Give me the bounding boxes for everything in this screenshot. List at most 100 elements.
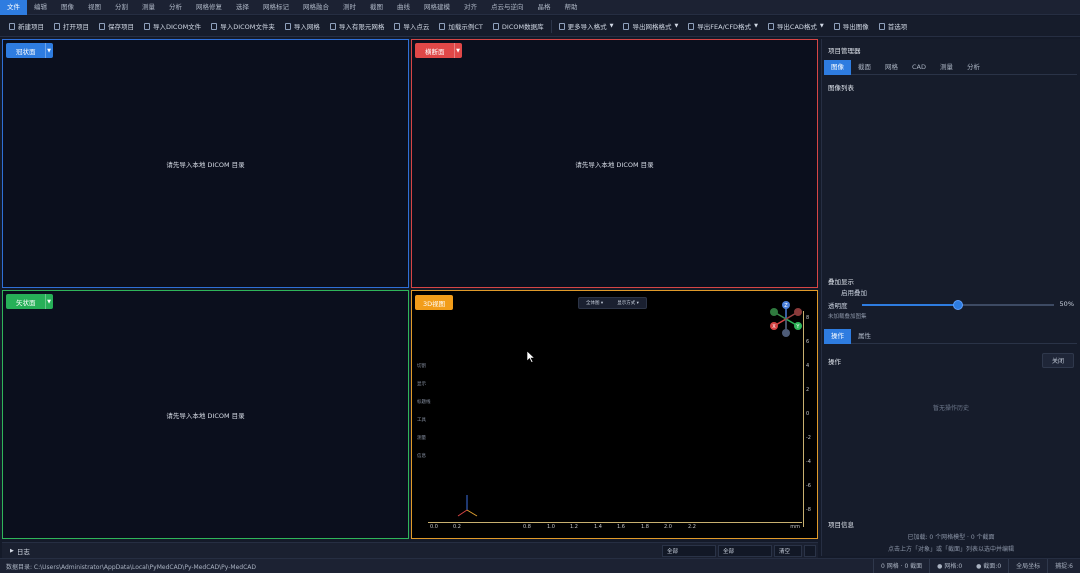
import-point-cloud-button[interactable]: 导入点云 [389, 18, 434, 35]
open-project-button[interactable]: 打开项目 [49, 18, 94, 35]
sample-ct-icon [439, 22, 446, 30]
menu-segment[interactable]: 分割 [108, 0, 135, 15]
v-ruler-tick: -2 [806, 435, 811, 441]
more-import-dropdown[interactable]: 更多导入格式 ▼ [554, 18, 619, 35]
log-clear-button[interactable]: 清空 [774, 545, 802, 557]
mesh-section-summary: 0 网格 · 0 截面 [873, 559, 929, 573]
vertical-ruler: 8 6 4 2 0 -2 -4 -6 -8 [803, 311, 813, 527]
menu-screenshot[interactable]: 截图 [363, 0, 390, 15]
menu-view[interactable]: 视图 [81, 0, 108, 15]
operations-title: 操作 [828, 358, 841, 366]
new-project-button[interactable]: 新建项目 [4, 18, 49, 35]
import-more-icon [558, 22, 565, 30]
right-panel: 项目管理器 图像 截面 网格 CAD 测量 分析 图像列表 叠加显示 启用叠加 … [821, 39, 1080, 556]
log-extra-button[interactable] [804, 545, 816, 557]
tab-images[interactable]: 图像 [824, 60, 851, 75]
orientation-gizmo[interactable]: Z X Y [769, 299, 803, 339]
mesh-count: ● 网格:0 [929, 559, 969, 573]
3d-side-label[interactable]: 切割 [417, 363, 431, 369]
axial-view-selector[interactable]: 横断面 ▼ [415, 43, 462, 58]
3d-side-label[interactable]: 标题线 [417, 399, 431, 405]
global-coord-toggle[interactable]: 全局坐标 [1008, 559, 1047, 573]
h-ruler-tick: 1.0 [547, 524, 555, 530]
axial-viewport[interactable]: 横断面 ▼ 请先导入本地 DICOM 目录 [411, 39, 818, 288]
preferences-button[interactable]: 首选项 [874, 18, 913, 35]
menu-mesh-mark[interactable]: 网格标记 [256, 0, 296, 15]
3d-side-label[interactable]: 工具 [417, 417, 431, 423]
coronal-view-selector[interactable]: 冠状面 ▼ [6, 43, 53, 58]
axes-triad-icon [454, 492, 480, 520]
operations-close-button[interactable]: 关闭 [1041, 353, 1074, 368]
tab-cad[interactable]: CAD [905, 60, 933, 75]
properties-tabs: 操作 属性 [824, 329, 1077, 344]
h-ruler-tick: 1.2 [570, 524, 578, 530]
tab-meshes[interactable]: 网格 [878, 60, 905, 75]
coronal-viewport[interactable]: 冠状面 ▼ 请先导入本地 DICOM 目录 [2, 39, 409, 288]
3d-view-tag[interactable]: 3D视图 [415, 295, 454, 310]
dicom-database-button[interactable]: DICOM数据库 [488, 18, 549, 35]
project-info-title: 项目信息 [828, 521, 854, 529]
h-ruler-tick: 1.8 [641, 524, 649, 530]
sagittal-empty-message: 请先导入本地 DICOM 目录 [166, 412, 245, 420]
overlay-enable-checkbox[interactable]: 启用叠加 [841, 287, 867, 297]
3d-display-dropdown[interactable]: 显示方式 ▾ [610, 298, 646, 308]
import-dicom-file-button[interactable]: 导入DICOM文件 [139, 18, 206, 35]
export-cad-icon [767, 22, 774, 30]
menu-file[interactable]: 文件 [0, 0, 27, 15]
import-fem-mesh-button[interactable]: 导入有限元网格 [325, 18, 390, 35]
h-ruler-tick: 1.4 [594, 524, 602, 530]
menu-edit[interactable]: 编辑 [27, 0, 54, 15]
menu-lattice[interactable]: 晶格 [531, 0, 558, 15]
export-mesh-dropdown[interactable]: 导出网格格式 ▼ [618, 18, 683, 35]
3d-side-label[interactable]: 测量 [417, 435, 431, 441]
log-source-filter[interactable]: 全部 [718, 545, 772, 557]
tab-analysis[interactable]: 分析 [960, 60, 987, 75]
chevron-down-icon: ▼ [609, 23, 614, 29]
sagittal-viewport[interactable]: 矢状面 ▼ 请先导入本地 DICOM 目录 [2, 290, 409, 539]
menu-select[interactable]: 选择 [229, 0, 256, 15]
menu-image[interactable]: 图像 [54, 0, 81, 15]
log-toggle-button[interactable]: ▶ 日志 [10, 546, 30, 556]
menu-help[interactable]: 帮助 [558, 0, 585, 15]
menu-mesh-repair[interactable]: 网格修复 [189, 0, 229, 15]
import-dicom-folder-button[interactable]: 导入DICOM文件夹 [206, 18, 280, 35]
export-cad-dropdown[interactable]: 导出CAD格式 ▼ [763, 18, 829, 35]
export-fea-dropdown[interactable]: 导出FEA/CFD格式 ▼ [683, 18, 763, 35]
menu-curve[interactable]: 曲线 [390, 0, 417, 15]
h-ruler-tick: 2.0 [664, 524, 672, 530]
3d-viewport[interactable]: 3D视图 全体图 ▾ 显示方式 ▾ 切割 显示 标题线 工具 测量 信息 Z X… [411, 290, 818, 539]
v-ruler-tick: -4 [806, 459, 811, 465]
log-level-filter[interactable]: 全部 [662, 545, 716, 557]
3d-side-label[interactable]: 信息 [417, 453, 431, 459]
menu-measure[interactable]: 测量 [135, 0, 162, 15]
opacity-slider-thumb[interactable] [953, 300, 963, 310]
export-image-button[interactable]: 导出图像 [829, 18, 874, 35]
menu-analysis[interactable]: 分析 [162, 0, 189, 15]
sagittal-view-selector[interactable]: 矢状面 ▼ [6, 294, 53, 309]
load-sample-ct-button[interactable]: 加载示例CT [434, 18, 488, 35]
menu-mesh-modeling[interactable]: 网格建模 [417, 0, 457, 15]
tab-properties[interactable]: 属性 [851, 329, 878, 344]
chevron-down-icon: ▼ [453, 43, 462, 58]
project-info-loaded: 已加载: 0 个网格模型 · 0 个截面 [907, 534, 995, 541]
tab-operations[interactable]: 操作 [824, 329, 851, 344]
3d-side-label[interactable]: 显示 [417, 381, 431, 387]
3d-side-labels: 切割 显示 标题线 工具 测量 信息 [417, 363, 431, 459]
snap-toggle[interactable]: 捕捉:6 [1047, 559, 1080, 573]
tab-sections[interactable]: 截面 [851, 60, 878, 75]
menu-align[interactable]: 对齐 [457, 0, 484, 15]
folder-open-icon [54, 22, 60, 30]
3d-scene-dropdown[interactable]: 全体图 ▾ [579, 298, 610, 308]
menu-mesh-merge[interactable]: 网格融合 [296, 0, 336, 15]
import-mesh-button[interactable]: 导入网格 [280, 18, 325, 35]
toolbar: 新建项目 打开项目 保存项目 导入DICOM文件 导入DICOM文件夹 导入网格… [0, 16, 1080, 37]
save-project-button[interactable]: 保存项目 [94, 18, 139, 35]
tab-measure[interactable]: 测量 [933, 60, 960, 75]
point-cloud-icon [394, 22, 401, 30]
menu-pointcloud[interactable]: 点云与逆向 [484, 0, 531, 15]
h-ruler-tick: 2.2 [688, 524, 696, 530]
project-info-hint: 点击上方「对象」或「截面」列表以选中并编辑 [887, 546, 1014, 553]
menu-timing[interactable]: 测时 [336, 0, 363, 15]
h-ruler-tick: 0.0 [430, 524, 438, 530]
toolbar-separator [550, 19, 552, 33]
